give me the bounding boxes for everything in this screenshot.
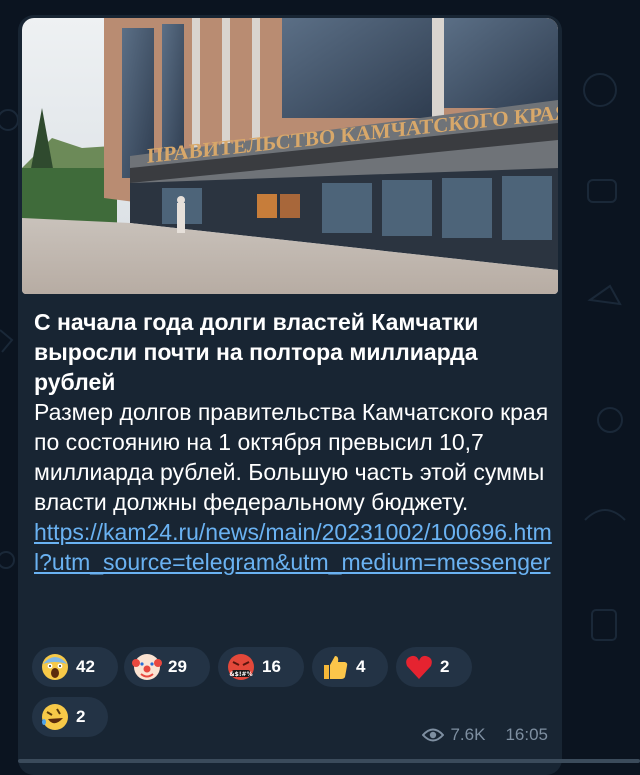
reaction-count: 2 [440,657,450,676]
message-time: 16:05 [505,725,548,744]
reaction-rofl[interactable]: 2 [32,697,108,737]
clown-emoji-icon [132,654,162,680]
reaction-clown[interactable]: 29 [124,647,210,687]
reaction-heart[interactable]: 2 [396,647,472,687]
message-text: С начала года долги властей Камчатки выр… [34,307,554,577]
scream-emoji-icon [42,654,68,680]
reaction-count: 29 [168,657,187,676]
rofl-emoji-icon [42,704,68,730]
view-count: 7.6K [450,725,486,744]
reaction-count: 2 [76,707,86,726]
bottom-divider [18,759,640,763]
reaction-count: 42 [76,657,95,676]
reaction-thumbs-up[interactable]: 4 [312,647,388,687]
cursing-face-emoji-icon: &$!#% [228,654,254,680]
eye-icon [422,728,445,742]
thumbs-up-emoji-icon [324,656,348,679]
reaction-count: 4 [356,657,366,676]
reaction-scream[interactable]: 42 [32,647,118,687]
message-bubble: ПРАВИТЕЛЬСТВО КАМЧАТСКОГО КРАЯ С начала … [18,15,562,775]
post-body: Размер долгов правительства Камчатского … [34,399,549,515]
post-photo[interactable]: ПРАВИТЕЛЬСТВО КАМЧАТСКОГО КРАЯ [22,18,558,294]
message-meta: 7.6K 16:05 [422,725,548,745]
red-heart-emoji-icon [406,655,432,679]
post-title: С начала года долги властей Камчатки выр… [34,309,479,395]
reaction-count: 16 [262,657,281,676]
post-link[interactable]: https://kam24.ru/news/main/20231002/1006… [34,517,554,577]
reaction-cursing[interactable]: &$!#% 16 [218,647,304,687]
svg-text:&$!#%: &$!#% [229,671,252,678]
government-building-image: ПРАВИТЕЛЬСТВО КАМЧАТСКОГО КРАЯ [22,18,558,294]
